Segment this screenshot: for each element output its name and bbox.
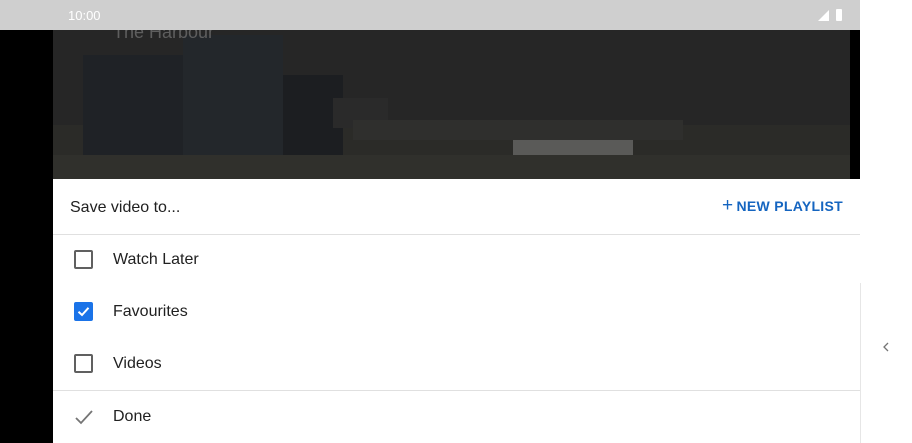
playlist-label: Watch Later: [113, 251, 199, 268]
video-right-edge: [850, 30, 860, 179]
video-frame-image: [53, 30, 860, 179]
done-label: Done: [113, 408, 152, 425]
playlist-label: Favourites: [113, 303, 188, 320]
playlist-label: Videos: [113, 355, 162, 372]
video-title: The Harbour: [113, 30, 215, 42]
playlist-item-favourites[interactable]: Favourites: [53, 287, 860, 338]
playlist-item-watch-later[interactable]: Watch Later: [53, 235, 860, 286]
checkbox-unchecked-icon[interactable]: [74, 354, 93, 373]
checkbox-unchecked-icon[interactable]: [74, 250, 93, 269]
done-button[interactable]: Done: [53, 391, 860, 443]
save-to-playlist-sheet: Save video to... + NEW PLAYLIST Watch La…: [53, 179, 860, 443]
playlist-item-videos[interactable]: Videos: [53, 339, 860, 390]
new-playlist-button[interactable]: + NEW PLAYLIST: [722, 195, 843, 216]
right-divider: [860, 283, 861, 443]
signal-battery-icon: [818, 9, 842, 21]
chevron-left-icon[interactable]: [880, 338, 892, 356]
video-player[interactable]: The Harbour: [53, 30, 860, 179]
checkbox-checked-icon[interactable]: [74, 302, 93, 321]
status-bar: 10:00: [0, 0, 860, 30]
new-playlist-label: NEW PLAYLIST: [736, 198, 843, 214]
plus-icon: +: [722, 195, 734, 216]
left-screen-edge: [0, 0, 53, 443]
status-time: 10:00: [68, 8, 101, 23]
checkmark-icon: [75, 410, 93, 425]
sheet-header: Save video to... + NEW PLAYLIST: [53, 179, 860, 235]
sheet-title: Save video to...: [70, 199, 181, 216]
